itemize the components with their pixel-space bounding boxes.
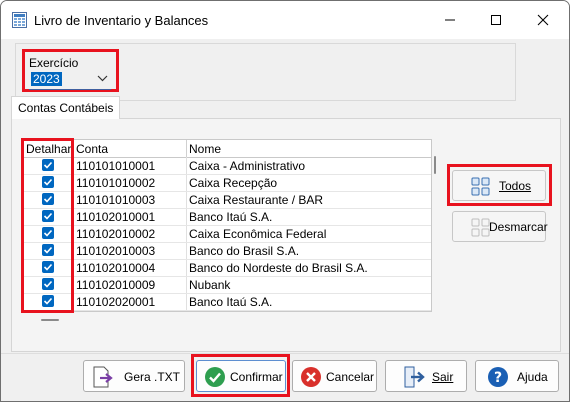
conta-cell: 110101010002 xyxy=(76,176,156,190)
table-row[interactable]: 110102010003 Banco do Brasil S.A. xyxy=(23,242,431,260)
table-row[interactable]: 110102020001 Banco Itaú S.A. xyxy=(23,293,431,311)
minimize-button[interactable] xyxy=(428,4,472,36)
exercicio-select[interactable]: 2023 xyxy=(29,71,111,90)
table-row[interactable]: 110101010001 Caixa - Administrativo xyxy=(23,157,431,175)
accounts-grid: Detalhar Conta Nome 110101010001 Caixa -… xyxy=(22,139,432,312)
tab-contas-contabeis[interactable]: Contas Contábeis xyxy=(11,96,121,119)
confirmar-highlight xyxy=(191,354,290,397)
title-bar: Livro de Inventario y Balances xyxy=(1,1,569,39)
header-separator xyxy=(186,140,187,157)
ajuda-label: Ajuda xyxy=(517,370,548,384)
conta-cell: 110101010003 xyxy=(76,193,156,207)
nome-cell: Caixa Restaurante / BAR xyxy=(189,193,324,207)
nome-cell: Banco do Brasil S.A. xyxy=(189,244,300,258)
ajuda-button[interactable]: ? Ajuda xyxy=(475,360,559,392)
nome-cell: Banco Itaú S.A. xyxy=(189,210,273,224)
table-row[interactable]: 110101010003 Caixa Restaurante / BAR xyxy=(23,191,431,209)
desmarcar-label: Desmarcar xyxy=(489,220,548,234)
window-title: Livro de Inventario y Balances xyxy=(34,13,209,28)
conta-cell: 110102010001 xyxy=(76,210,156,224)
todos-highlight xyxy=(447,164,552,206)
exercicio-label: Exercício xyxy=(29,56,79,70)
exercicio-value: 2023 xyxy=(31,72,62,86)
conta-cell: 110102010002 xyxy=(76,227,156,241)
conta-cell: 110102010009 xyxy=(76,278,156,292)
table-row[interactable]: 110101010002 Caixa Recepção xyxy=(23,174,431,192)
nome-cell: Banco do Nordeste do Brasil S.A. xyxy=(189,261,368,275)
gera-txt-label: Gera .TXT xyxy=(124,370,181,384)
maximize-icon xyxy=(491,15,501,25)
desmarcar-button[interactable]: Desmarcar xyxy=(452,211,548,242)
dialog-content: Exercício 2023 Contas Contábeis Detalhar… xyxy=(1,39,569,401)
help-circle-icon: ? xyxy=(488,367,508,387)
cancelar-button[interactable]: Cancelar xyxy=(292,360,377,392)
cancelar-label: Cancelar xyxy=(326,370,375,384)
table-row[interactable]: 110102010001 Banco Itaú S.A. xyxy=(23,208,431,226)
detalhar-column-highlight xyxy=(21,138,74,313)
conta-cell: 110101010001 xyxy=(76,159,156,173)
grid-deselect-icon xyxy=(471,218,490,237)
nome-cell: Banco Itaú S.A. xyxy=(189,295,273,309)
vertical-scrollbar-thumb[interactable] xyxy=(434,156,436,174)
nome-cell: Nubank xyxy=(189,278,231,292)
chevron-down-icon xyxy=(97,75,108,82)
nome-cell: Caixa Econômica Federal xyxy=(189,227,327,241)
sair-label: Sair xyxy=(432,370,454,384)
export-file-icon xyxy=(93,366,113,388)
cancel-circle-icon xyxy=(301,367,321,387)
exit-door-icon xyxy=(404,366,425,388)
svg-text:?: ? xyxy=(494,370,502,386)
nome-cell: Caixa Recepção xyxy=(189,176,278,190)
header-conta[interactable]: Conta xyxy=(76,142,108,156)
horizontal-scrollbar-thumb[interactable] xyxy=(41,319,59,321)
table-row[interactable]: 110102010002 Caixa Econômica Federal xyxy=(23,225,431,243)
close-button[interactable] xyxy=(521,4,565,36)
conta-cell: 110102010004 xyxy=(76,261,156,275)
spreadsheet-app-icon xyxy=(12,12,27,28)
close-icon xyxy=(537,14,549,26)
nome-cell: Caixa - Administrativo xyxy=(189,159,306,173)
maximize-button[interactable] xyxy=(474,4,518,36)
header-nome[interactable]: Nome xyxy=(189,142,221,156)
conta-cell: 110102020001 xyxy=(76,295,156,309)
table-row[interactable]: 110102010009 Nubank xyxy=(23,276,431,294)
dialog-window: Livro de Inventario y Balances Exercício… xyxy=(0,0,570,402)
grid-header: Detalhar Conta Nome xyxy=(23,140,431,158)
minimize-icon xyxy=(445,19,455,21)
sair-button[interactable]: Sair xyxy=(385,360,467,392)
table-row[interactable]: 110102010004 Banco do Nordeste do Brasil… xyxy=(23,259,431,277)
conta-cell: 110102010003 xyxy=(76,244,156,258)
gera-txt-button[interactable]: Gera .TXT xyxy=(83,360,185,392)
